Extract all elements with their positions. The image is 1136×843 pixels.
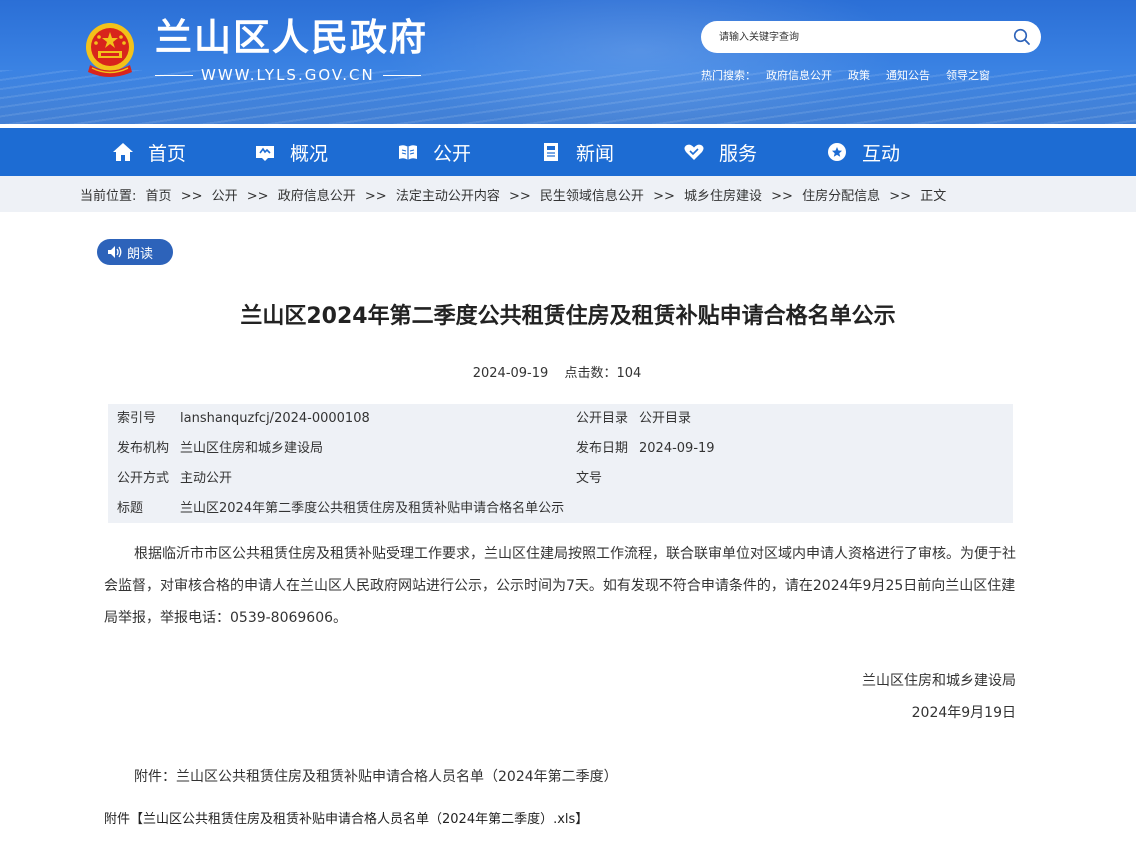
read-aloud-button[interactable]: 朗读 xyxy=(97,239,173,265)
nav-item-open[interactable]: 公开 xyxy=(397,128,471,176)
main-nav: 首页 概况 公开 新闻 服务 互动 xyxy=(0,128,1136,176)
breadcrumb-item[interactable]: 首页 xyxy=(146,189,172,204)
info-label-doc-no: 文号 xyxy=(576,471,603,486)
nav-item-label: 互动 xyxy=(862,142,901,165)
header-background-glow xyxy=(380,0,900,124)
home-icon xyxy=(113,143,133,161)
search-input[interactable] xyxy=(719,27,989,47)
article-views: 点击数：104 xyxy=(564,366,642,381)
article-date: 2024-09-19 xyxy=(472,366,549,381)
signature-organization: 兰山区住房和城乡建设局 xyxy=(862,673,1016,689)
breadcrumb-item-current: 正文 xyxy=(920,189,947,204)
read-aloud-label: 朗读 xyxy=(127,246,154,262)
search-icon[interactable] xyxy=(1013,28,1031,46)
info-value-publish-date: 2024-09-19 xyxy=(639,441,715,456)
breadcrumb-separator: >> xyxy=(771,189,793,204)
nav-item-home[interactable]: 首页 xyxy=(112,128,186,176)
news-icon xyxy=(544,143,558,161)
breadcrumb-separator: >> xyxy=(889,189,912,204)
breadcrumb: 当前位置: 首页 >> 公开 >> 政府信息公开 >> 法定主动公开内容 >> … xyxy=(80,185,951,204)
info-label-catalog: 公开目录 xyxy=(576,411,629,426)
url-left-dash xyxy=(155,74,193,76)
breadcrumb-item[interactable]: 公开 xyxy=(212,189,238,204)
speaker-icon xyxy=(108,246,122,258)
article-meta: 2024-09-19 点击数：104 xyxy=(0,362,1114,381)
breadcrumb-item[interactable]: 城乡住房建设 xyxy=(684,189,762,204)
nav-item-overview[interactable]: 概况 xyxy=(254,128,328,176)
breadcrumb-separator: >> xyxy=(653,189,675,204)
national-emblem-icon xyxy=(86,23,134,77)
hot-search-row: 热门搜索： 政府信息公开 政策 通知公告 领导之窗 xyxy=(701,67,1006,83)
info-label-subject: 标题 xyxy=(117,501,144,516)
breadcrumb-separator: >> xyxy=(364,189,387,204)
info-label-publisher: 发布机构 xyxy=(117,441,170,456)
nav-item-label: 服务 xyxy=(719,142,758,165)
breadcrumb-item[interactable]: 政府信息公开 xyxy=(278,189,356,204)
breadcrumb-bar: 当前位置: 首页 >> 公开 >> 政府信息公开 >> 法定主动公开内容 >> … xyxy=(0,176,1136,212)
nav-item-label: 概况 xyxy=(290,142,329,165)
overview-icon xyxy=(256,146,274,161)
hot-search-item[interactable]: 领导之窗 xyxy=(946,67,990,83)
site-title[interactable]: 兰山区人民政府 xyxy=(155,16,428,60)
breadcrumb-item[interactable]: 住房分配信息 xyxy=(802,189,880,204)
info-label-index: 索引号 xyxy=(117,411,157,426)
info-value-index: lanshanquzfcj/2024-0000108 xyxy=(180,411,370,426)
breadcrumb-label: 当前位置: xyxy=(80,189,137,204)
search-box[interactable] xyxy=(701,21,1041,53)
breadcrumb-item[interactable]: 法定主动公开内容 xyxy=(396,189,500,204)
article-body-paragraph: 根据临沂市市区公共租赁住房及租赁补贴受理工作要求，兰山区住建局按照工作流程，联合… xyxy=(104,546,1016,626)
hot-search-item[interactable]: 政府信息公开 xyxy=(766,67,832,83)
signature-date: 2024年9月19日 xyxy=(911,705,1016,721)
heart-icon xyxy=(684,144,704,160)
nav-item-label: 首页 xyxy=(148,142,187,165)
breadcrumb-separator: >> xyxy=(180,189,203,204)
site-header: 兰山区人民政府 WWW.LYLS.GOV.CN 热门搜索： 政府信息公开 政策 … xyxy=(0,0,1136,124)
attachment-text: 附件：兰山区公共租赁住房及租赁补贴申请合格人员名单（2024年第二季度） xyxy=(134,769,618,785)
interaction-icon xyxy=(828,143,846,161)
info-label-method: 公开方式 xyxy=(117,471,170,486)
info-value-publisher: 兰山区住房和城乡建设局 xyxy=(180,441,324,456)
nav-item-service[interactable]: 服务 xyxy=(683,128,757,176)
url-right-dash xyxy=(382,74,421,76)
breadcrumb-item[interactable]: 民生领域信息公开 xyxy=(540,189,644,204)
nav-item-label: 公开 xyxy=(433,142,472,165)
breadcrumb-separator: >> xyxy=(508,189,531,204)
info-value-method: 主动公开 xyxy=(180,471,233,486)
site-url-row: WWW.LYLS.GOV.CN xyxy=(155,66,421,84)
info-value-subject: 兰山区2024年第二季度公共租赁住房及租赁补贴申请合格名单公示 xyxy=(180,501,565,516)
info-label-publish-date: 发布日期 xyxy=(576,441,629,456)
book-icon xyxy=(399,145,417,160)
article-title: 兰山区2024年第二季度公共租赁住房及租赁补贴申请合格名单公示 xyxy=(240,304,896,329)
hot-search-item[interactable]: 通知公告 xyxy=(886,67,930,83)
hot-search-label: 热门搜索： xyxy=(701,69,756,82)
breadcrumb-separator: >> xyxy=(246,189,269,204)
nav-item-news[interactable]: 新闻 xyxy=(540,128,614,176)
nav-item-label: 新闻 xyxy=(576,142,615,165)
attachment-download-link[interactable]: 附件【兰山区公共租赁住房及租赁补贴申请合格人员名单（2024年第二季度）.xls… xyxy=(104,808,588,827)
hot-search-item[interactable]: 政策 xyxy=(848,67,870,83)
info-table: 索引号 lanshanquzfcj/2024-0000108 公开目录 公开目录… xyxy=(108,404,1013,523)
site-url: WWW.LYLS.GOV.CN xyxy=(201,66,375,84)
info-value-catalog: 公开目录 xyxy=(639,411,692,426)
nav-item-interaction[interactable]: 互动 xyxy=(826,128,900,176)
